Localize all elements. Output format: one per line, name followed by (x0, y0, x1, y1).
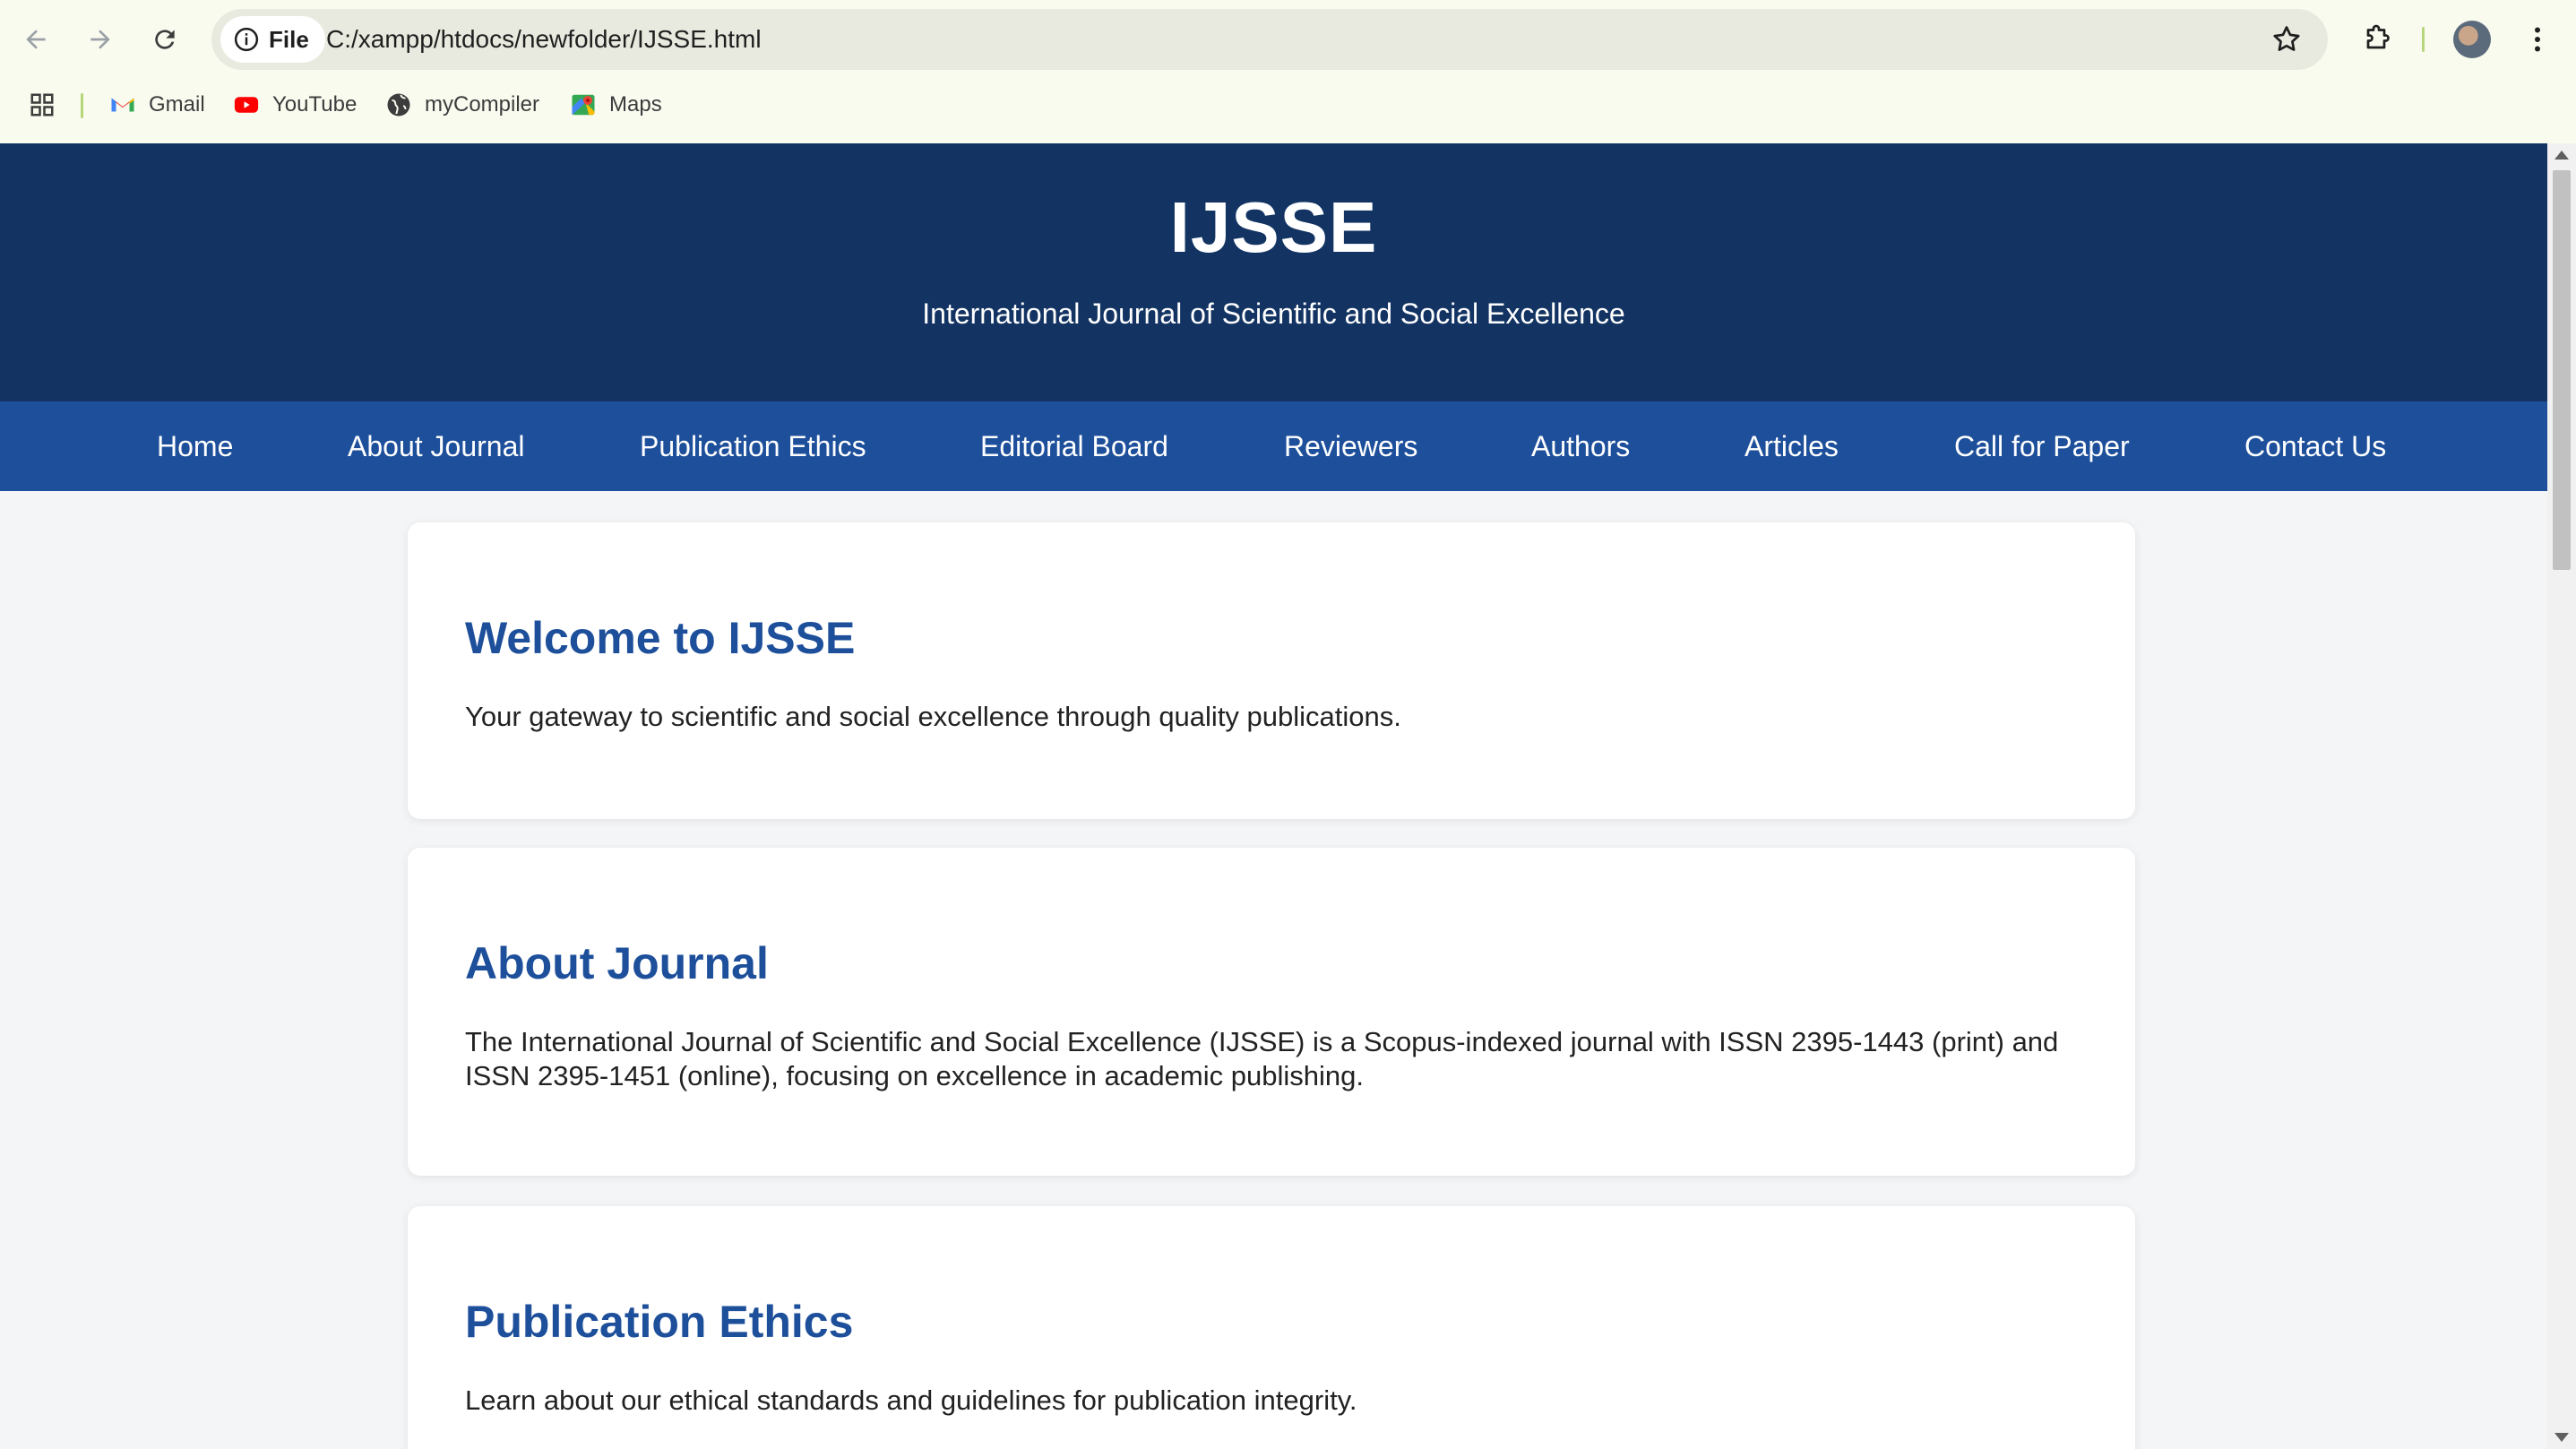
extensions-button[interactable] (2356, 20, 2396, 59)
main-navigation: Home About Journal Publication Ethics Ed… (0, 401, 2547, 491)
nav-about-journal[interactable]: About Journal (348, 401, 524, 491)
bookmark-maps[interactable]: Maps (570, 82, 662, 127)
arrow-right-icon (90, 30, 110, 49)
puzzle-icon (2366, 24, 2390, 49)
scroll-up-arrow-icon[interactable] (2554, 151, 2569, 160)
maps-icon (572, 94, 595, 116)
nav-call-for-paper[interactable]: Call for Paper (1954, 401, 2130, 491)
nav-publication-ethics[interactable]: Publication Ethics (640, 401, 866, 491)
nav-articles[interactable]: Articles (1745, 401, 1839, 491)
about-journal-section: About Journal The International Journal … (408, 848, 2135, 1176)
reload-button[interactable] (145, 20, 185, 59)
bookmarks-bar: Gmail YouTube myCompiler Maps (0, 82, 2576, 127)
site-chip-label: File (269, 25, 309, 53)
bookmark-youtube[interactable]: YouTube (233, 82, 357, 127)
section-title: About Journal (465, 938, 769, 988)
bookmark-label: Gmail (149, 92, 205, 116)
section-title: Publication Ethics (465, 1297, 854, 1347)
site-info-chip[interactable]: File (220, 16, 325, 63)
welcome-section: Welcome to IJSSE Your gateway to scienti… (408, 522, 2135, 819)
nav-contact-us[interactable]: Contact Us (2244, 401, 2386, 491)
bookmarks-divider (81, 93, 83, 118)
site-title: IJSSE (1169, 187, 1378, 267)
browser-toolbar: File C:/xampp/htdocs/newfolder/IJSSE.htm… (0, 0, 2576, 79)
bookmark-label: YouTube (272, 92, 358, 116)
gmail-icon (111, 98, 134, 112)
browser-chrome: File C:/xampp/htdocs/newfolder/IJSSE.htm… (0, 0, 2576, 143)
bookmark-label: myCompiler (425, 92, 540, 116)
bookmark-label: Maps (609, 92, 662, 116)
url-text[interactable]: C:/xampp/htdocs/newfolder/IJSSE.html (326, 9, 762, 70)
nav-editorial-board[interactable]: Editorial Board (980, 401, 1168, 491)
forward-button[interactable] (81, 20, 120, 59)
apps-button[interactable] (29, 82, 56, 127)
nav-reviewers[interactable]: Reviewers (1284, 401, 1417, 491)
bookmark-mycompiler[interactable]: myCompiler (385, 82, 539, 127)
arrow-left-icon (26, 30, 46, 49)
site-header: IJSSE International Journal of Scientifi… (0, 143, 2547, 401)
section-text: The International Journal of Scientific … (465, 1026, 2059, 1091)
kebab-menu-icon (2535, 27, 2540, 52)
address-bar[interactable]: File C:/xampp/htdocs/newfolder/IJSSE.htm… (211, 9, 2328, 70)
nav-authors[interactable]: Authors (1531, 401, 1630, 491)
page-scrollbar[interactable] (2547, 143, 2576, 1449)
info-icon (234, 27, 259, 52)
scroll-down-arrow-icon[interactable] (2554, 1433, 2569, 1442)
globe-icon (387, 93, 410, 116)
site-subtitle: International Journal of Scientific and … (922, 298, 1625, 330)
publication-ethics-section: Publication Ethics Learn about our ethic… (408, 1206, 2135, 1449)
menu-button[interactable] (2518, 20, 2557, 59)
section-title: Welcome to IJSSE (465, 613, 856, 663)
youtube-icon (234, 97, 259, 113)
section-text: Your gateway to scientific and social ex… (465, 701, 1401, 732)
toolbar-divider (2422, 27, 2425, 52)
bookmark-star-icon[interactable] (2270, 23, 2303, 56)
web-page: IJSSE International Journal of Scientifi… (0, 143, 2547, 1449)
bookmark-gmail[interactable]: Gmail (109, 82, 205, 127)
back-button[interactable] (16, 20, 56, 59)
reload-icon (155, 30, 175, 49)
nav-home[interactable]: Home (157, 401, 233, 491)
section-text: Learn about our ethical standards and gu… (465, 1384, 1357, 1416)
apps-grid-icon (30, 93, 54, 116)
profile-avatar[interactable] (2453, 21, 2491, 58)
scroll-thumb[interactable] (2553, 170, 2571, 570)
